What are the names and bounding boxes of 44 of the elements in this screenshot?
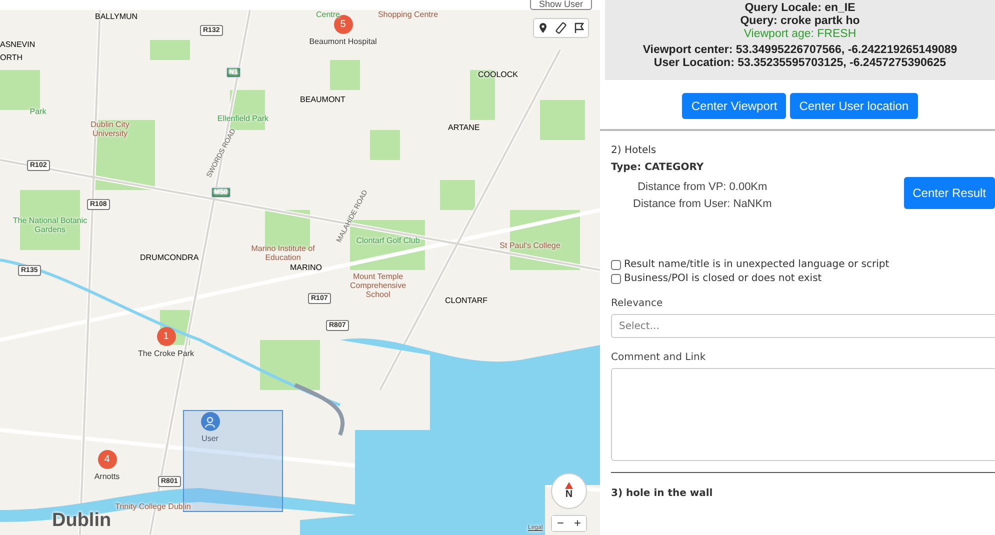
district-label: BALLYMUN bbox=[95, 12, 138, 21]
comment-field[interactable] bbox=[611, 368, 995, 461]
marker-label: Arnotts bbox=[94, 472, 120, 481]
district-label: ARTANE bbox=[448, 123, 480, 132]
marker-label: The Croke Park bbox=[138, 349, 194, 358]
district-label: CLONTARF bbox=[445, 296, 488, 305]
distance-text: Distance from User: NaNKm bbox=[633, 197, 772, 212]
checkbox[interactable] bbox=[611, 274, 621, 284]
district-label: MARINO bbox=[290, 263, 322, 272]
place-label: Shopping Centre bbox=[376, 10, 440, 19]
field-label: Comment and Link bbox=[611, 352, 707, 363]
marker-label: User bbox=[202, 434, 218, 443]
info-text: Query: croke partk ho bbox=[740, 15, 860, 28]
info-text: Viewport center: 53.34995226707566, -6.242219265149089 bbox=[642, 44, 958, 57]
compass-label: N bbox=[565, 489, 573, 500]
park-label: Park bbox=[28, 107, 48, 116]
viewport-age-text: Viewport age: FRESH bbox=[744, 28, 856, 41]
checkbox-label: Business/POI is closed or does not exist bbox=[624, 273, 822, 284]
result-title: 3) hole in the wall bbox=[610, 488, 714, 499]
result-title: 2) Hotels bbox=[611, 145, 658, 156]
checkbox[interactable] bbox=[611, 260, 621, 270]
checkbox-label: Result name/title is in unexpected language or script bbox=[624, 259, 890, 270]
district-label: COOLOCK bbox=[478, 70, 518, 79]
info-text: User Location: 53.35235595703125, -6.2457275390625 bbox=[654, 57, 946, 70]
city-label: Dublin bbox=[52, 510, 112, 532]
field-label: Relevance bbox=[611, 298, 664, 309]
center-result-button[interactable]: Center Result bbox=[904, 177, 995, 209]
place-label: St Paul's College bbox=[498, 241, 562, 250]
district-label: BEAUMONT bbox=[300, 95, 346, 104]
district-label: ORTH bbox=[0, 53, 23, 62]
park-label: Clontarf Golf Club bbox=[356, 236, 421, 245]
distance-text: Distance from VP: 0.00Km bbox=[638, 180, 768, 195]
place-label: Mount Temple Comprehensive School bbox=[348, 272, 408, 299]
district-label: ASNEVIN bbox=[0, 40, 36, 49]
place-label: Marino Institute of Education bbox=[250, 244, 316, 262]
district-label: DRUMCONDRA bbox=[140, 253, 199, 262]
show-user-button[interactable]: Show User bbox=[530, 0, 592, 10]
relevance-select[interactable]: Select... bbox=[611, 314, 995, 338]
result-type: Type: CATEGORY bbox=[611, 162, 705, 173]
north-arrow-icon bbox=[565, 482, 573, 489]
center-button[interactable]: Center Viewport bbox=[682, 93, 786, 119]
info-text: Query Locale: en_IE bbox=[744, 2, 856, 15]
center-button[interactable]: Center User location bbox=[790, 93, 918, 119]
marker-label: Beaumont Hospital bbox=[309, 37, 377, 46]
